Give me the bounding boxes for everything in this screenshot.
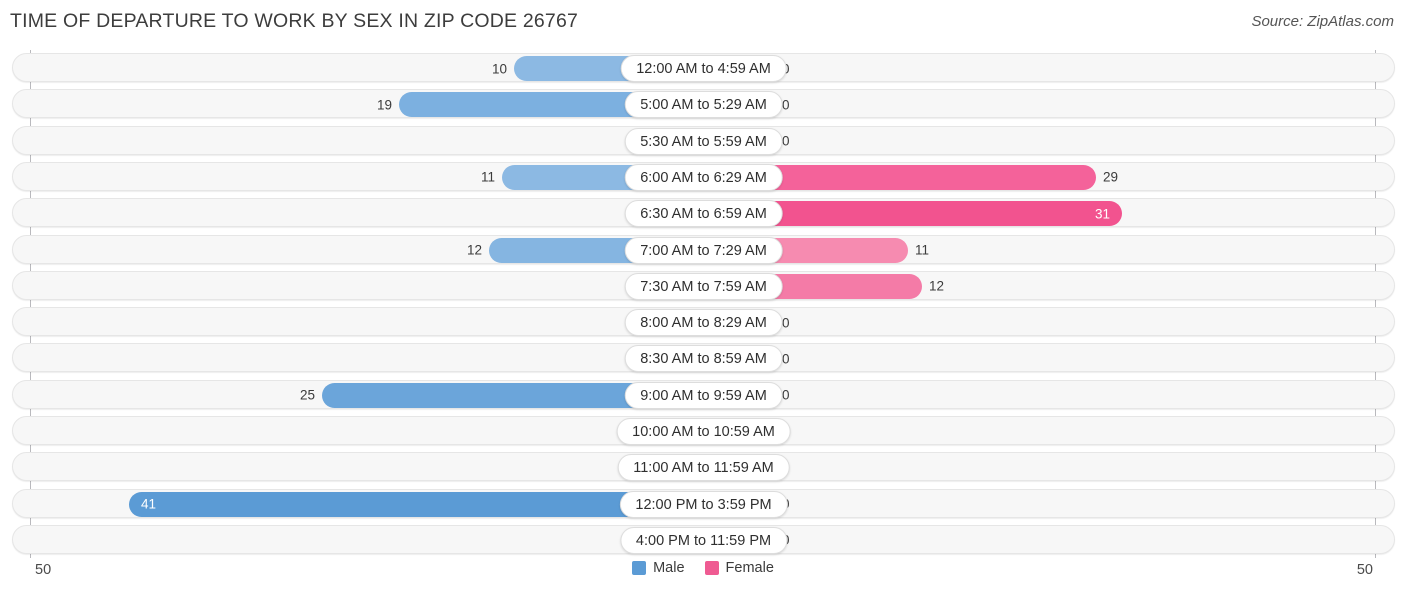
row-inner: 0127:30 AM to 7:59 AM [13, 272, 1394, 300]
category-label-pill: 12:00 PM to 3:59 PM [619, 490, 788, 518]
category-label-pill: 8:00 AM to 8:29 AM [624, 309, 783, 337]
row-inner: 005:30 AM to 5:59 AM [13, 127, 1394, 155]
row-inner: 0316:30 AM to 6:59 AM [13, 199, 1394, 228]
category-label-pill: 6:00 AM to 6:29 AM [624, 163, 783, 191]
table-row[interactable]: 0127:30 AM to 7:59 AM [12, 270, 1395, 300]
legend-swatch-male-icon [632, 561, 647, 575]
bar-male[interactable]: 41 [129, 491, 702, 517]
bar-value-male: 25 [299, 387, 315, 403]
bar-value-male: 10 [491, 61, 507, 76]
table-row[interactable]: 11 29 6:00 AM to 6:29 AM [12, 161, 1395, 191]
category-label-pill: 6:30 AM to 6:59 AM [624, 200, 783, 228]
bar-value-female: 0 [782, 97, 790, 113]
row-inner: 004:00 PM to 11:59 PM [13, 526, 1394, 554]
table-row[interactable]: 0010:00 AM to 10:59 AM [12, 416, 1395, 445]
category-label-pill: 5:00 AM to 5:29 AM [624, 91, 783, 119]
legend-label-female: Female [725, 560, 774, 576]
row-inner: 12 11 7:00 AM to 7:29 AM [13, 236, 1394, 264]
source-attribution: Source: ZipAtlas.com [1251, 13, 1394, 30]
row-inner: 25 0 9:00 AM to 9:59 AM [13, 381, 1394, 409]
bar-value-female: 0 [782, 315, 790, 331]
table-row[interactable]: 008:30 AM to 8:59 AM [12, 343, 1395, 373]
category-label-pill: 7:30 AM to 7:59 AM [624, 272, 783, 300]
legend-swatch-female-icon [704, 561, 719, 575]
table-row[interactable]: 0316:30 AM to 6:59 AM [12, 198, 1395, 228]
bar-value-female: 0 [782, 133, 790, 149]
row-inner: 0010:00 AM to 10:59 AM [13, 417, 1394, 445]
category-label-pill: 11:00 AM to 11:59 AM [617, 454, 790, 482]
bar-value-female: 31 [1094, 206, 1110, 222]
bar-value-male: 19 [376, 97, 392, 113]
category-label-pill: 7:00 AM to 7:29 AM [624, 236, 783, 264]
bar-value-male: 11 [480, 169, 495, 185]
legend-item-female[interactable]: Female [704, 560, 774, 576]
category-label-pill: 8:30 AM to 8:59 AM [624, 345, 783, 373]
bar-value-female: 12 [929, 278, 945, 294]
table-row[interactable]: 10012:00 AM to 4:59 AM [12, 53, 1395, 82]
row-inner: 10012:00 AM to 4:59 AM [13, 54, 1394, 82]
category-label-pill: 10:00 AM to 10:59 AM [616, 418, 791, 445]
bar-value-female: 29 [1103, 169, 1119, 185]
chart-page: TIME OF DEPARTURE TO WORK BY SEX IN ZIP … [0, 0, 1406, 595]
table-row[interactable]: 004:00 PM to 11:59 PM [12, 524, 1395, 554]
row-inner: 008:30 AM to 8:59 AM [13, 344, 1394, 373]
row-inner: 11 29 6:00 AM to 6:29 AM [13, 163, 1394, 191]
bar-value-female: 0 [782, 387, 790, 403]
page-title: TIME OF DEPARTURE TO WORK BY SEX IN ZIP … [10, 10, 579, 32]
table-row[interactable]: 008:00 AM to 8:29 AM [12, 307, 1395, 337]
legend-item-male[interactable]: Male [632, 560, 685, 576]
row-inner: 41012:00 PM to 3:59 PM [13, 490, 1394, 518]
legend-label-male: Male [653, 560, 685, 576]
category-label-pill: 9:00 AM to 9:59 AM [624, 381, 783, 409]
bar-value-male: 12 [466, 242, 482, 258]
table-row[interactable]: 41012:00 PM to 3:59 PM [12, 488, 1395, 518]
bar-value-female: 11 [915, 242, 930, 258]
table-row[interactable]: 19 0 5:00 AM to 5:29 AM [12, 89, 1395, 119]
table-row[interactable]: 25 0 9:00 AM to 9:59 AM [12, 379, 1395, 409]
bar-value-female: 0 [782, 351, 790, 367]
table-row[interactable]: 0011:00 AM to 11:59 AM [12, 452, 1395, 482]
category-label-pill: 12:00 AM to 4:59 AM [620, 55, 787, 82]
table-row[interactable]: 12 11 7:00 AM to 7:29 AM [12, 234, 1395, 264]
row-inner: 0011:00 AM to 11:59 AM [13, 453, 1394, 482]
category-label-pill: 4:00 PM to 11:59 PM [619, 526, 788, 554]
category-label-pill: 5:30 AM to 5:59 AM [624, 127, 783, 155]
table-row[interactable]: 005:30 AM to 5:59 AM [12, 125, 1395, 155]
row-inner: 008:00 AM to 8:29 AM [13, 308, 1394, 337]
plot-area: 10012:00 AM to 4:59 AM1905:00 AM to 5:29… [0, 50, 1406, 558]
legend: Male Female [0, 560, 1406, 576]
bar-value-male: 41 [141, 496, 157, 512]
row-inner: 19 0 5:00 AM to 5:29 AM [13, 90, 1394, 119]
